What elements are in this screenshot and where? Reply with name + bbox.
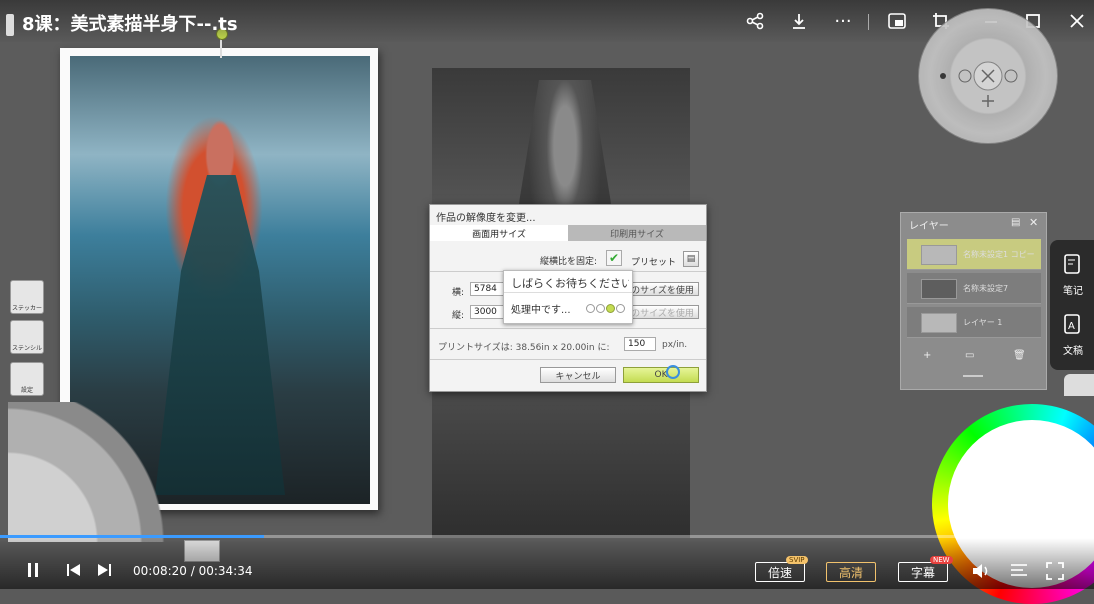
layer-thumbnail [921,279,957,299]
new-badge: NEW [930,556,953,564]
picture-in-picture-icon[interactable] [884,8,910,34]
download-icon[interactable] [786,8,812,34]
layer-panel-title: レイヤー [909,221,949,232]
sticker-tool[interactable]: ステッカー [10,280,44,314]
close-icon[interactable] [1064,8,1090,34]
width-input[interactable]: 5784 [470,282,504,296]
progress-dot [586,304,595,313]
settings-label: 設定 [20,387,33,394]
aspect-lock-checkbox[interactable]: ✔ [606,250,622,266]
aspect-lock-label: 縦横比を固定: [540,257,598,267]
ppi-input[interactable]: 150 [624,337,656,351]
wait-message: しばらくお待ちください [511,277,629,290]
video-title: 8课：美式素描半身下--.ts [22,14,238,35]
drag-handle-icon[interactable] [6,14,14,36]
tool-wheel[interactable] [8,402,178,542]
sticker-label: ステッカー [11,305,42,312]
folder-icon[interactable]: ▭ [965,350,974,361]
resize-handle[interactable] [963,375,983,377]
cancel-button[interactable]: キャンセル [540,367,616,383]
layer-thumbnail [921,245,957,265]
tab-print-size[interactable]: 印刷用サイズ [568,225,706,241]
fullscreen-icon[interactable] [1046,562,1064,584]
navigator-wheel[interactable] [918,8,1058,144]
layer-item[interactable]: 名称未設定1 コピー [907,239,1041,270]
progress-fill [0,535,264,538]
add-layer-icon[interactable]: + [923,350,931,361]
processing-text: 処理中です... [511,305,571,316]
playlist-icon[interactable] [1010,562,1028,582]
mouse-cursor-icon [666,365,680,379]
subtitle-button[interactable]: 字幕 [898,562,948,582]
svip-badge: SVIP [786,556,808,564]
layer-item[interactable]: 名称未設定7 [907,273,1041,304]
document-label[interactable]: 文稿 [1063,342,1083,357]
tab-screen-size[interactable]: 画面用サイズ [430,225,568,241]
volume-icon[interactable] [972,562,992,584]
width-label: 横: [452,288,465,298]
divider [868,14,869,30]
divider [430,359,706,360]
notes-icon[interactable] [1064,254,1082,278]
use-size-button-2[interactable]: のサイズを使用 [626,305,699,319]
divider [430,328,706,329]
panel-close-icon[interactable]: ✕ [1029,216,1038,229]
next-icon[interactable] [96,562,112,582]
preset-folder-icon[interactable]: ▤ [683,251,699,267]
height-input[interactable]: 3000 [470,305,504,319]
pause-icon[interactable] [26,562,40,582]
svg-text:A: A [1068,321,1075,332]
notes-label[interactable]: 笔记 [1063,282,1083,297]
reference-toggle[interactable] [1064,374,1094,396]
ok-button[interactable]: OK [623,367,699,383]
progress-dot [596,304,605,313]
quality-button[interactable]: 高清 [826,562,876,582]
stencil-tool[interactable]: ステンシル [10,320,44,354]
print-size-text: プリントサイズは: 38.56in x 20.00in に: [438,343,610,353]
document-icon[interactable]: A [1064,314,1082,338]
layer-menu-icon[interactable]: ▤ [1011,217,1020,228]
side-panel: 笔记 A 文稿 [1050,240,1094,370]
stencil-label: ステンシル [11,345,42,352]
divider [504,292,632,293]
previous-icon[interactable] [66,562,82,582]
share-icon[interactable] [742,8,768,34]
ppi-unit: px/in. [662,340,688,350]
height-label: 縦: [452,311,465,321]
more-icon[interactable]: ··· [830,8,856,34]
playback-time: 00:08:20 / 00:34:34 [133,564,253,578]
layer-panel: レイヤー ▤ ✕ 名称未設定1 コピー 名称未設定7 レイヤー 1 + ▭ 🗑 [900,212,1047,390]
layer-item[interactable]: レイヤー 1 [907,307,1041,338]
trash-icon[interactable]: 🗑 [1013,350,1026,361]
speed-button[interactable]: 倍速 [755,562,805,582]
progress-dot [606,304,615,313]
settings-tool[interactable]: 設定 [10,362,44,396]
layer-name: レイヤー 1 [963,318,1003,327]
preset-label: プリセット [631,258,677,268]
dialog-title: 作品の解像度を変更... [436,213,536,224]
use-size-button[interactable]: のサイズを使用 [626,282,699,296]
layer-thumbnail [921,313,957,333]
processing-popup: しばらくお待ちください 処理中です... [503,270,633,324]
progress-dot [616,304,625,313]
layer-name: 名称未設定1 コピー [963,250,1035,259]
layer-name: 名称未設定7 [963,284,1009,293]
